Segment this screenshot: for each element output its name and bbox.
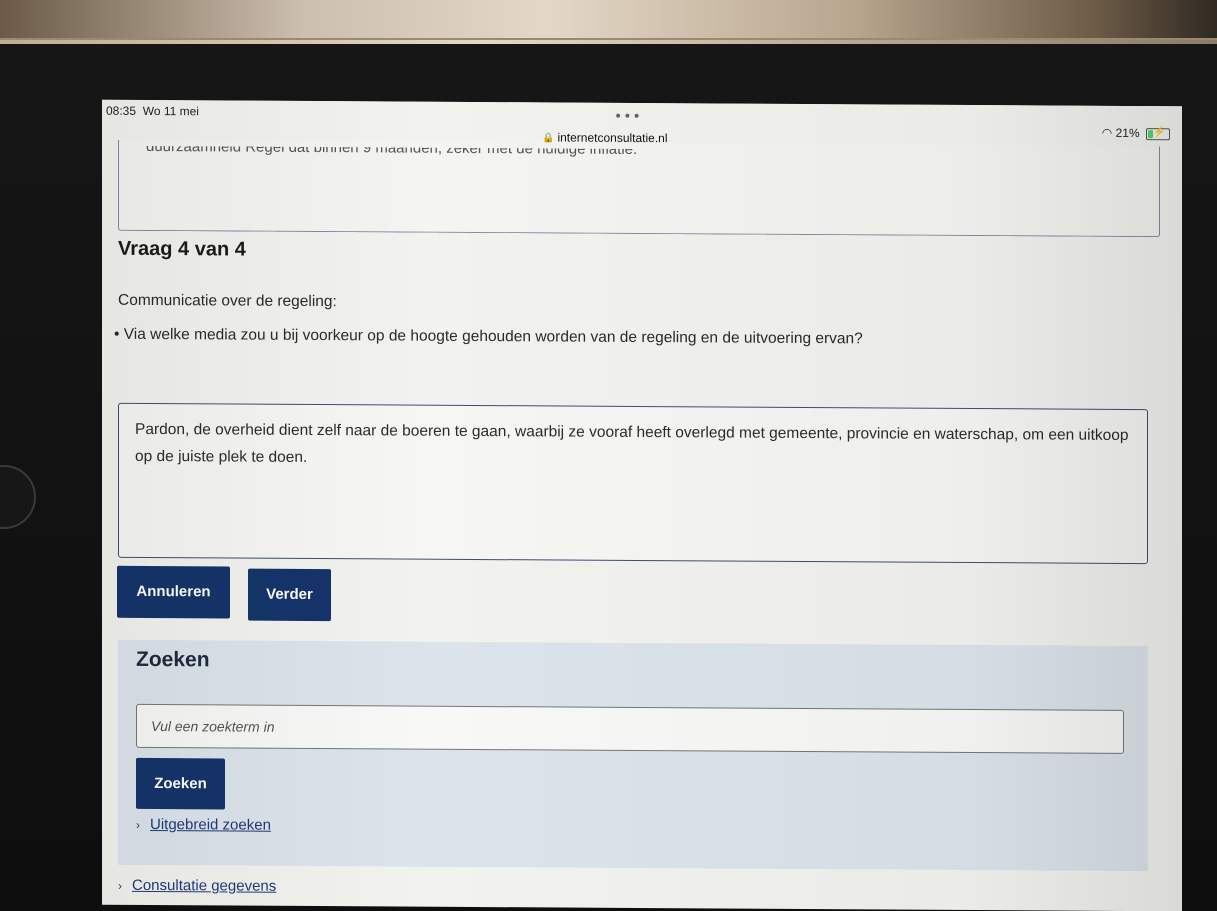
question-title: Vraag 4 van 4 [118, 237, 246, 261]
battery-indicator: ◠ 21% ⚡ [1101, 125, 1170, 141]
consultation-details-link[interactable]: › Consultatie gegevens [118, 877, 276, 895]
answer-textarea[interactable]: Pardon, de overheid dient zelf naar de b… [118, 402, 1148, 565]
more-dots-icon[interactable]: ••• [614, 109, 642, 125]
question-topic: Communicatie over de regeling: [118, 291, 337, 311]
cancel-button[interactable]: Annuleren [117, 565, 230, 619]
search-button[interactable]: Zoeken [136, 757, 225, 810]
chevron-right-icon: › [136, 817, 140, 832]
advanced-search-link[interactable]: › Uitgebreid zoeken [136, 816, 271, 834]
search-panel: Zoeken Zoeken ›Uitgebreid zoeken [118, 639, 1148, 872]
next-button[interactable]: Verder [248, 568, 331, 622]
status-time: 08:35 Wo 11 mei [106, 103, 199, 119]
chevron-right-icon: › [118, 878, 122, 893]
search-title: Zoeken [136, 647, 210, 672]
tablet-screen: 08:35 Wo 11 mei ••• 🔒 internetconsultatie… [102, 99, 1182, 911]
wifi-icon: ◠ [1101, 125, 1113, 140]
question-text: • Via welke media zou u bij voorkeur op … [114, 325, 863, 348]
battery-icon: ⚡ [1146, 127, 1170, 141]
tablet-edge [0, 40, 1217, 44]
search-input[interactable] [136, 703, 1124, 754]
